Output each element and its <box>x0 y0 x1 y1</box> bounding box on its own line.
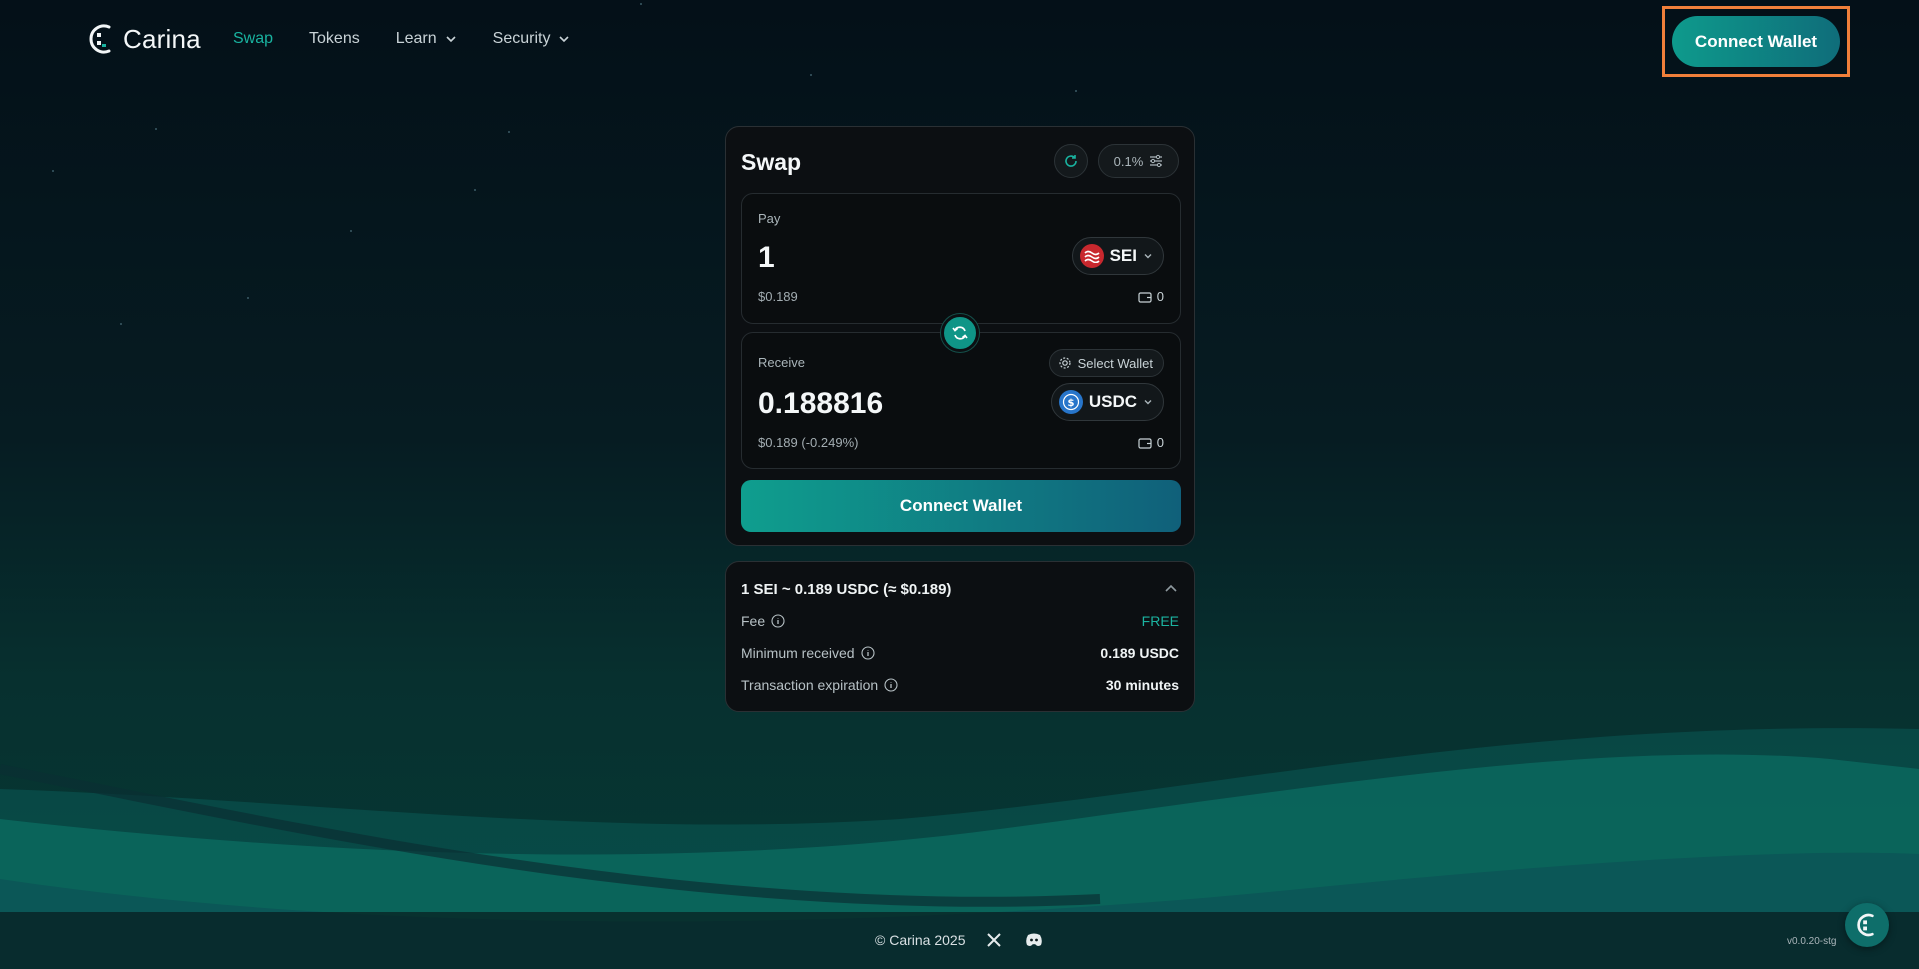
brand-logo[interactable]: Carina <box>87 22 201 56</box>
sei-token-icon <box>1079 244 1104 268</box>
receive-panel: Receive Select Wallet 0.188816 $ USDC $0… <box>741 332 1181 469</box>
carina-logo-icon <box>1857 913 1874 937</box>
receive-token-symbol: USDC <box>1088 392 1137 411</box>
pay-token-selector[interactable]: SEI <box>1071 237 1164 275</box>
discord-icon[interactable] <box>1023 929 1045 951</box>
receive-usd-value: $0.189 (-0.249%) <box>758 435 859 450</box>
receive-balance-value: 0 <box>1156 435 1164 450</box>
swap-title: Swap <box>741 149 802 175</box>
pay-panel: Pay 1 SEI $0.189 0 <box>741 193 1181 324</box>
info-icon[interactable] <box>771 614 785 628</box>
fee-value: FREE <box>1141 613 1179 629</box>
receive-balance: 0 <box>1138 435 1164 450</box>
sliders-icon <box>1150 154 1163 168</box>
refresh-button[interactable] <box>1054 144 1088 178</box>
expiration-value: 30 minutes <box>1105 677 1179 693</box>
min-received-label: Minimum received <box>741 645 855 661</box>
pay-balance-value: 0 <box>1156 289 1164 304</box>
slippage-value: 0.1% <box>1113 153 1144 169</box>
nav-learn[interactable]: Learn <box>396 30 457 48</box>
swap-details-card: 1 SEI ~ 0.189 USDC (≈ $0.189) Fee FREE M… <box>725 561 1195 712</box>
pay-usd-value: $0.189 <box>758 289 798 304</box>
receive-label: Receive <box>758 355 805 370</box>
info-icon[interactable] <box>884 678 898 692</box>
brand-name: Carina <box>123 23 201 54</box>
transaction-expiration-row: Transaction expiration 30 minutes <box>741 677 1179 693</box>
flip-tokens-button[interactable] <box>941 314 979 352</box>
pay-balance: 0 <box>1138 289 1164 304</box>
wallet-icon <box>1138 291 1152 303</box>
pay-amount-input[interactable]: 1 <box>758 241 775 275</box>
gear-icon <box>1059 357 1071 369</box>
top-header: Carina Swap Tokens Learn Security Connec… <box>0 0 1919 84</box>
copyright-text: © Carina 2025 <box>875 932 966 948</box>
slippage-settings-button[interactable]: 0.1% <box>1098 144 1179 178</box>
main-nav: Swap Tokens Learn Security <box>233 30 570 48</box>
chevron-up-icon[interactable] <box>1161 578 1181 598</box>
swap-arrows-icon <box>952 326 968 340</box>
chevron-down-icon <box>1144 400 1152 405</box>
x-twitter-icon[interactable] <box>983 929 1005 951</box>
fee-row: Fee FREE <box>741 613 1179 629</box>
nav-tokens[interactable]: Tokens <box>309 30 360 48</box>
fee-label: Fee <box>741 613 766 629</box>
expiration-label: Transaction expiration <box>741 677 879 693</box>
nav-learn-label: Learn <box>395 30 437 47</box>
connect-wallet-highlight: Connect Wallet <box>1662 6 1850 77</box>
wallet-icon <box>1138 437 1152 449</box>
min-received-value: 0.189 USDC <box>1100 645 1179 661</box>
receive-token-selector[interactable]: $ USDC <box>1050 383 1164 421</box>
nav-swap[interactable]: Swap <box>233 30 273 48</box>
nav-tokens-label: Tokens <box>309 30 360 47</box>
receive-amount: 0.188816 <box>758 387 884 420</box>
floating-assistant-button[interactable] <box>1845 903 1889 947</box>
usdc-token-icon: $ <box>1058 390 1083 414</box>
app-version: v0.0.20-stg <box>1787 936 1837 947</box>
select-wallet-label: Select Wallet <box>1077 355 1153 371</box>
info-icon[interactable] <box>861 646 875 660</box>
carina-logo-icon <box>87 22 117 56</box>
minimum-received-row: Minimum received 0.189 USDC <box>741 645 1179 661</box>
chevron-down-icon <box>1144 254 1152 259</box>
page-footer: © Carina 2025 v0.0.20-stg <box>0 912 1919 969</box>
exchange-rate: 1 SEI ~ 0.189 USDC (≈ $0.189) <box>741 581 952 598</box>
header-connect-wallet-button[interactable]: Connect Wallet <box>1672 16 1840 67</box>
chevron-down-icon <box>446 36 456 43</box>
select-wallet-button[interactable]: Select Wallet <box>1048 349 1164 377</box>
pay-label: Pay <box>758 211 781 226</box>
refresh-icon <box>1065 155 1077 167</box>
nav-security[interactable]: Security <box>493 30 571 48</box>
swap-connect-wallet-button[interactable]: Connect Wallet <box>741 480 1181 532</box>
swap-card: Swap 0.1% Pay 1 SEI $0.189 0 Receive Sel… <box>725 126 1195 546</box>
svg-text:$: $ <box>1067 398 1074 409</box>
nav-swap-label: Swap <box>233 30 274 47</box>
chevron-down-icon <box>559 36 570 43</box>
pay-token-symbol: SEI <box>1109 246 1137 265</box>
nav-security-label: Security <box>492 30 551 47</box>
